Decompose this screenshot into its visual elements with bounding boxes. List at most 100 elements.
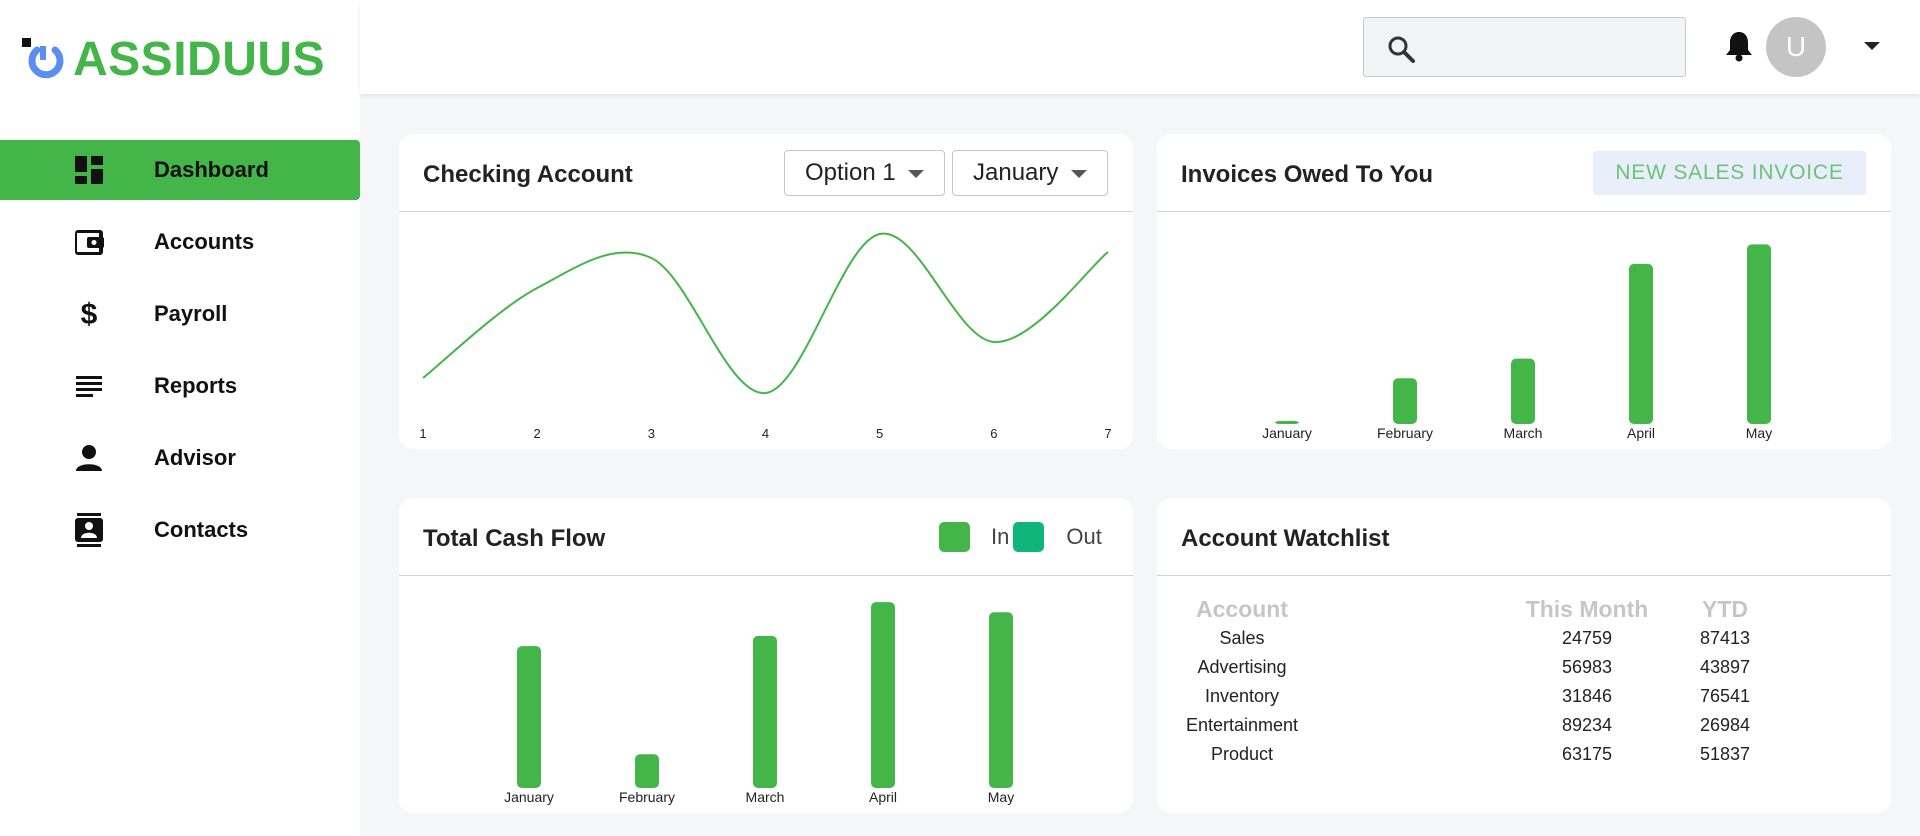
table-row[interactable]: Advertising 56983 43897 (1157, 657, 1891, 686)
notification-bell-icon[interactable] (1725, 30, 1753, 67)
list-icon (72, 369, 106, 403)
card-header: Checking Account Option 1 January (399, 134, 1133, 212)
dollar-icon: $ (72, 297, 106, 331)
bar[interactable] (1511, 358, 1535, 424)
search-box[interactable] (1363, 17, 1686, 77)
legend-swatch-out[interactable] (1013, 522, 1045, 552)
sidebar-item-label: Accounts (154, 229, 255, 254)
sidebar-item-payroll[interactable]: $ Payroll (0, 284, 360, 344)
option-select-value: Option 1 (805, 159, 896, 186)
table-cell: Inventory (1204, 686, 1280, 706)
bar[interactable] (1629, 263, 1653, 424)
table-cell: 87413 (1699, 628, 1751, 648)
x-tick-label: January (504, 789, 554, 805)
sidebar-item-label: Contacts (154, 517, 249, 542)
sidebar-item-dashboard[interactable]: Dashboard (0, 140, 360, 200)
month-select[interactable]: January (952, 150, 1108, 196)
x-tick-label: February (1377, 425, 1433, 441)
logo-icon (22, 38, 66, 82)
wallet-icon (72, 225, 106, 259)
month-select-value: January (973, 159, 1059, 186)
table-cell: 51837 (1699, 744, 1751, 764)
legend-label-out: Out (1066, 524, 1102, 549)
x-tick-label: 3 (648, 426, 655, 441)
legend: In Out (939, 522, 1102, 552)
card-title: Account Watchlist (1181, 525, 1390, 552)
bar[interactable] (1747, 244, 1771, 424)
card-title: Total Cash Flow (423, 525, 606, 552)
table-row[interactable]: Product 63175 51837 (1157, 744, 1891, 773)
table-cell: 24759 (1561, 628, 1613, 648)
search-icon (1386, 34, 1416, 69)
cash-flow-card: Total Cash Flow In Out January February Ma… (399, 498, 1133, 813)
x-tick-label: 2 (534, 426, 541, 441)
table-cell: 43897 (1699, 657, 1751, 677)
x-tick-label: May (988, 789, 1014, 805)
table-row[interactable]: Entertainment 89234 26984 (1157, 715, 1891, 744)
chevron-down-icon (1071, 170, 1087, 178)
brand-logo[interactable]: ASSIDUUS (22, 36, 325, 84)
x-tick-label: April (869, 789, 897, 805)
bar[interactable] (1275, 421, 1299, 424)
x-tick-label: 6 (990, 426, 997, 441)
chevron-down-icon[interactable] (1864, 42, 1880, 50)
bar[interactable] (989, 612, 1013, 788)
x-tick-label: March (746, 789, 785, 805)
card-title: Checking Account (423, 161, 633, 188)
table-header-row: Account This Month YTD (1157, 596, 1891, 625)
x-tick-label: 7 (1104, 426, 1111, 441)
table-cell: Entertainment (1185, 715, 1299, 735)
svg-text:$: $ (81, 299, 98, 329)
bar[interactable] (753, 635, 777, 788)
checking-account-card: Checking Account Option 1 January 1 2 3 4 5 6… (399, 134, 1133, 449)
bar[interactable] (1393, 378, 1417, 424)
invoices-card: Invoices Owed To You NEW SALES INVOICE J… (1157, 134, 1891, 449)
legend-swatch-in[interactable] (939, 522, 970, 552)
x-tick-label: April (1627, 425, 1655, 441)
x-tick-label: 1 (419, 426, 426, 441)
card-header: Invoices Owed To You NEW SALES INVOICE (1157, 134, 1891, 212)
x-tick-label: 5 (876, 426, 883, 441)
contact-card-icon (72, 513, 106, 547)
card-header: Total Cash Flow In Out (399, 498, 1133, 576)
legend-label-in: In (991, 524, 1010, 549)
table-cell: 26984 (1699, 715, 1751, 735)
x-tick-label: May (1746, 425, 1772, 441)
search-input[interactable] (1428, 28, 1668, 68)
dashboard-icon (72, 153, 106, 187)
chevron-down-icon (908, 170, 924, 178)
person-icon (72, 441, 106, 475)
sidebar-item-label: Payroll (154, 301, 228, 326)
sidebar-item-label: Advisor (154, 445, 236, 470)
sidebar-item-contacts[interactable]: Contacts (0, 500, 360, 560)
sidebar-item-label: Dashboard (154, 157, 269, 182)
column-header: YTD (1702, 596, 1748, 622)
bar[interactable] (517, 646, 541, 788)
option-select[interactable]: Option 1 (784, 150, 945, 196)
table-row[interactable]: Inventory 31846 76541 (1157, 686, 1891, 715)
sidebar: ASSIDUUS Dashboard Accounts $ Payroll Re… (0, 0, 360, 836)
sidebar-item-label: Reports (154, 373, 238, 398)
top-bar: U (360, 0, 1920, 94)
invoices-bar-chart: January February March April May (1262, 244, 1772, 441)
table-cell: 89234 (1561, 715, 1613, 735)
table-cell: Advertising (1197, 657, 1287, 677)
new-sales-invoice-button[interactable]: NEW SALES INVOICE (1593, 151, 1866, 195)
column-header: Account (1196, 596, 1288, 622)
cash-flow-bar-chart: January February March April May (504, 602, 1014, 805)
x-tick-label: March (1504, 425, 1543, 441)
x-tick-label: January (1262, 425, 1312, 441)
series-line (422, 232, 1109, 395)
sidebar-item-advisor[interactable]: Advisor (0, 428, 360, 488)
sidebar-item-reports[interactable]: Reports (0, 356, 360, 416)
brand-name: ASSIDUUS (73, 33, 326, 86)
table-row[interactable]: Sales 24759 87413 (1157, 628, 1891, 657)
table-cell: 31846 (1561, 686, 1613, 706)
table-cell: 56983 (1561, 657, 1613, 677)
bar[interactable] (871, 602, 895, 788)
sidebar-nav: Dashboard Accounts $ Payroll Reports Adv… (0, 140, 360, 572)
avatar[interactable]: U (1766, 17, 1826, 77)
table-cell: 76541 (1699, 686, 1751, 706)
sidebar-item-accounts[interactable]: Accounts (0, 212, 360, 272)
bar[interactable] (635, 754, 659, 788)
